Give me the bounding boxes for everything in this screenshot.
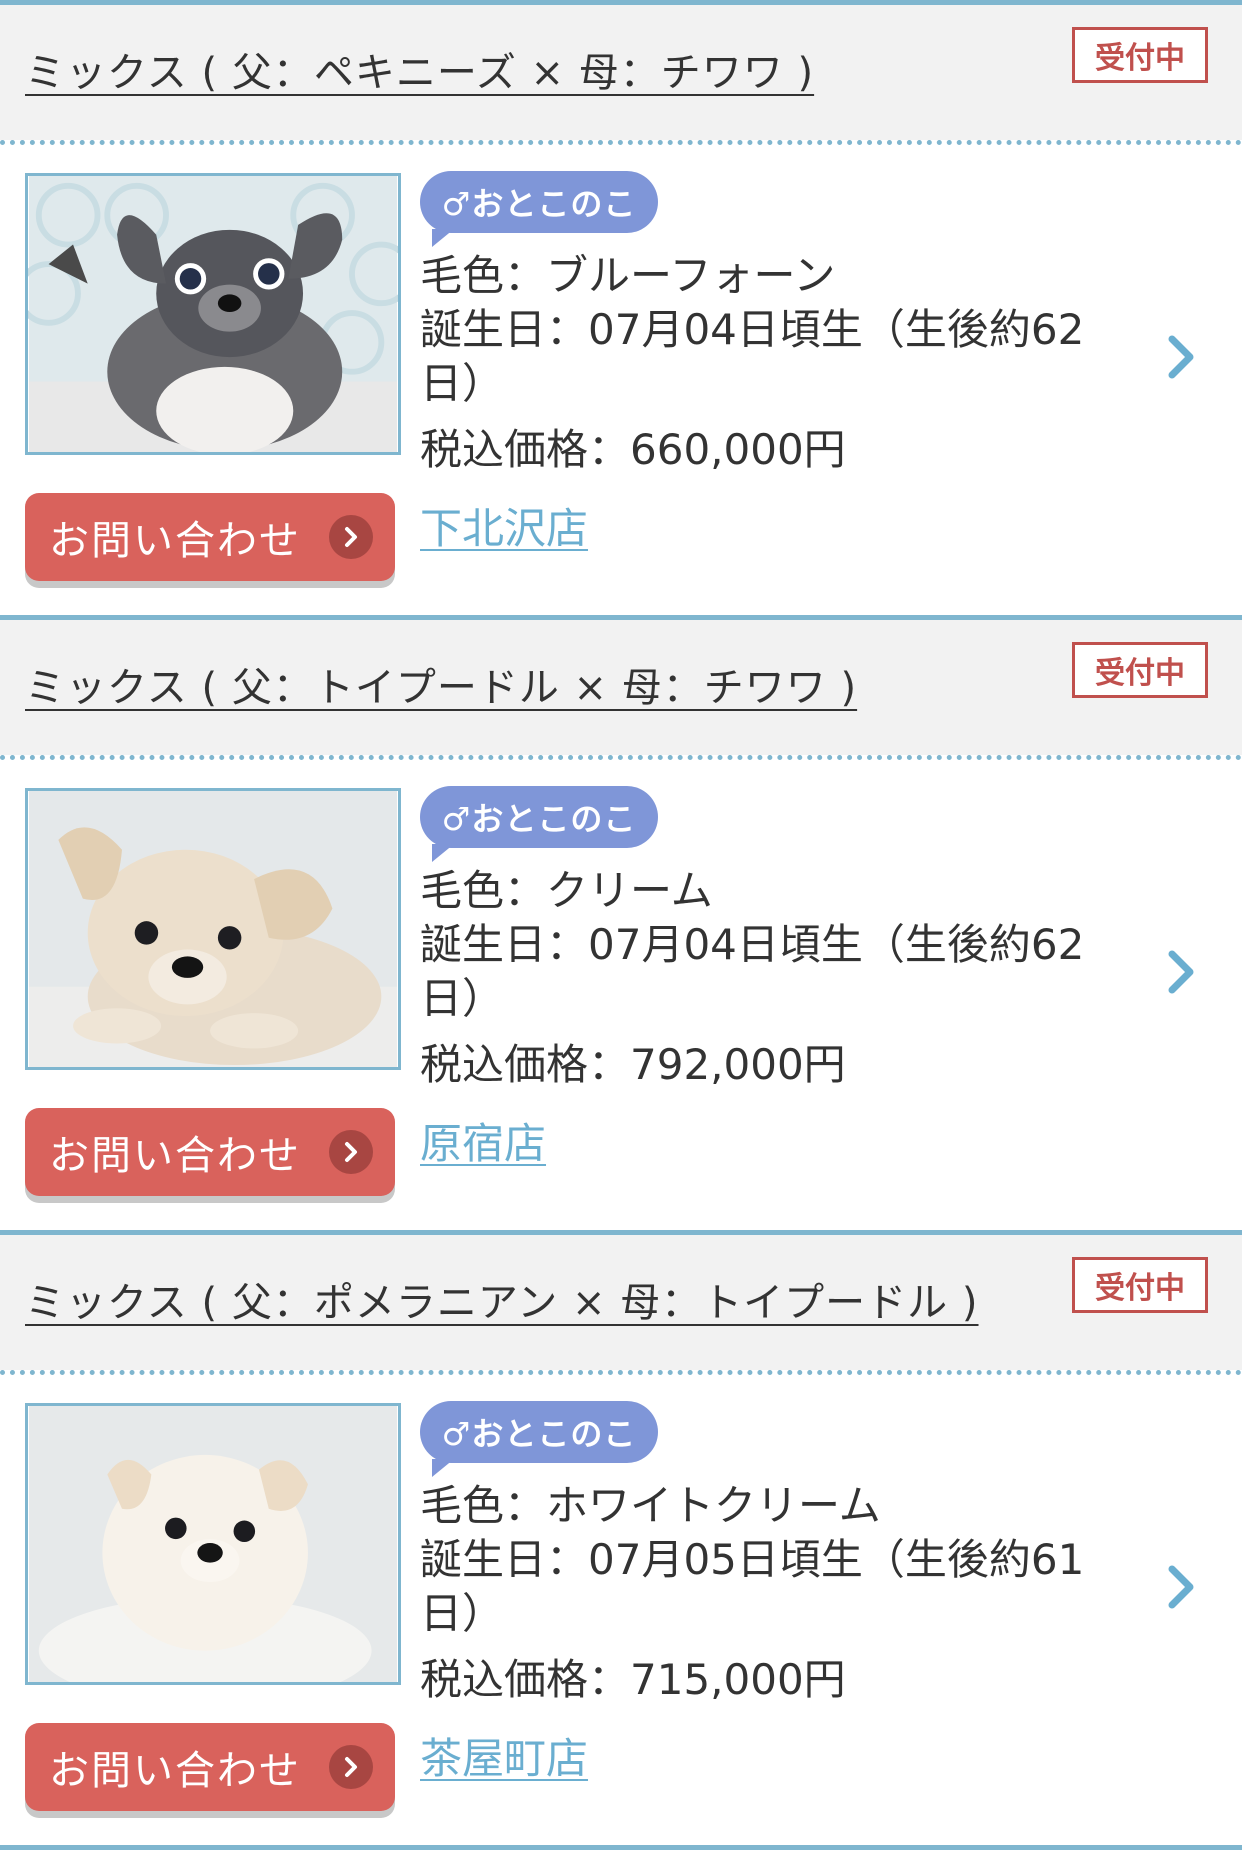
inquiry-button-label: お問い合わせ bbox=[49, 518, 301, 564]
status-badge: 受付中 bbox=[1072, 1257, 1208, 1313]
puppy-listing: ミックス ( 父：ポメラニアン × 母：トイプードル ) 受付中 お問い合わせ bbox=[0, 1230, 1242, 1850]
arrow-circle-icon bbox=[329, 1130, 373, 1174]
listing-header: ミックス ( 父：ペキニーズ × 母：チワワ ) 受付中 bbox=[0, 0, 1242, 140]
arrow-circle-icon bbox=[329, 515, 373, 559]
coat-color: 毛色：ブルーフォーン bbox=[420, 251, 836, 300]
breed-title-link[interactable]: ミックス ( 父：ポメラニアン × 母：トイプードル ) bbox=[25, 1270, 979, 1328]
puppy-info: 毛色：ブルーフォーン 誕生日：07月04日頃生（生後約62 日） 税込価格：66… bbox=[420, 249, 1100, 477]
birthday-line2: 日） bbox=[420, 359, 505, 408]
coat-color: 毛色：ホワイトクリーム bbox=[420, 1481, 881, 1530]
gender-badge: ♂おとこのこ bbox=[420, 1401, 658, 1477]
listing-header: ミックス ( 父：ポメラニアン × 母：トイプードル ) 受付中 bbox=[0, 1230, 1242, 1370]
gender-badge: ♂おとこのこ bbox=[420, 171, 658, 247]
breed-title-link[interactable]: ミックス ( 父：トイプードル × 母：チワワ ) bbox=[25, 655, 857, 713]
puppy-info: 毛色：クリーム 誕生日：07月04日頃生（生後約62 日） 税込価格：792,0… bbox=[420, 864, 1100, 1092]
puppy-listing: ミックス ( 父：トイプードル × 母：チワワ ) 受付中 お問い合わせ ♂おと… bbox=[0, 615, 1242, 1230]
puppy-photo-image bbox=[29, 1406, 397, 1682]
inquiry-button-label: お問い合わせ bbox=[49, 1133, 301, 1179]
listing-body[interactable]: お問い合わせ ♂おとこのこ 毛色：クリーム 誕生日：07月04日頃生（生後約62… bbox=[0, 760, 1242, 1230]
puppy-photo-image bbox=[28, 176, 398, 452]
puppy-photo[interactable] bbox=[25, 173, 401, 455]
price: 税込価格：660,000円 bbox=[420, 425, 846, 474]
listing-header: ミックス ( 父：トイプードル × 母：チワワ ) 受付中 bbox=[0, 615, 1242, 755]
status-badge: 受付中 bbox=[1072, 642, 1208, 698]
inquiry-button[interactable]: お問い合わせ bbox=[25, 1108, 395, 1196]
inquiry-button-label: お問い合わせ bbox=[49, 1748, 301, 1794]
gender-badge: ♂おとこのこ bbox=[420, 786, 658, 862]
shop-link[interactable]: 茶屋町店 bbox=[420, 1725, 588, 1786]
puppy-photo[interactable] bbox=[25, 1403, 401, 1685]
listing-body[interactable]: お問い合わせ ♂おとこのこ 毛色：ブルーフォーン 誕生日：07月04日頃生（生後… bbox=[0, 145, 1242, 615]
listing-body[interactable]: お問い合わせ ♂おとこのこ 毛色：ホワイトクリーム 誕生日：07月05日頃生（生… bbox=[0, 1375, 1242, 1845]
puppy-info: 毛色：ホワイトクリーム 誕生日：07月05日頃生（生後約61 日） 税込価格：7… bbox=[420, 1479, 1100, 1707]
price: 税込価格：792,000円 bbox=[420, 1040, 846, 1089]
chevron-right-icon[interactable] bbox=[1162, 333, 1202, 381]
puppy-photo-image bbox=[29, 791, 397, 1067]
birthday-line2: 日） bbox=[420, 974, 505, 1023]
birthday-line1: 誕生日：07月04日頃生（生後約62 bbox=[420, 920, 1085, 969]
puppy-listing: ミックス ( 父：ペキニーズ × 母：チワワ ) 受付中 お問い合わせ ♂おとこ… bbox=[0, 0, 1242, 615]
coat-color: 毛色：クリーム bbox=[420, 866, 713, 915]
shop-link[interactable]: 原宿店 bbox=[420, 1110, 546, 1171]
chevron-right-icon[interactable] bbox=[1162, 1563, 1202, 1611]
chevron-right-icon[interactable] bbox=[1162, 948, 1202, 996]
price: 税込価格：715,000円 bbox=[420, 1655, 846, 1704]
breed-title-link[interactable]: ミックス ( 父：ペキニーズ × 母：チワワ ) bbox=[25, 40, 814, 98]
birthday-line1: 誕生日：07月04日頃生（生後約62 bbox=[420, 305, 1085, 354]
arrow-circle-icon bbox=[329, 1745, 373, 1789]
status-badge: 受付中 bbox=[1072, 27, 1208, 83]
inquiry-button[interactable]: お問い合わせ bbox=[25, 493, 395, 581]
puppy-photo[interactable] bbox=[25, 788, 401, 1070]
birthday-line1: 誕生日：07月05日頃生（生後約61 bbox=[420, 1535, 1085, 1584]
inquiry-button[interactable]: お問い合わせ bbox=[25, 1723, 395, 1811]
birthday-line2: 日） bbox=[420, 1589, 505, 1638]
shop-link[interactable]: 下北沢店 bbox=[420, 495, 588, 556]
